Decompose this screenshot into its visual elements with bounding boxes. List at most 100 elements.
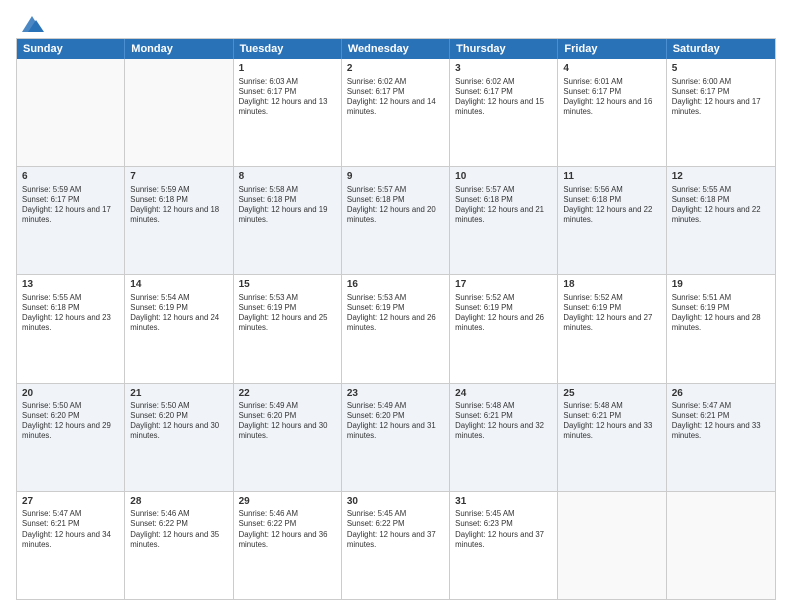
day-info: Sunrise: 6:02 AM Sunset: 6:17 PM Dayligh… xyxy=(455,77,552,118)
day-info: Sunrise: 5:58 AM Sunset: 6:18 PM Dayligh… xyxy=(239,185,336,226)
header-cell-thursday: Thursday xyxy=(450,39,558,59)
calendar-cell: 18Sunrise: 5:52 AM Sunset: 6:19 PM Dayli… xyxy=(558,275,666,382)
day-info: Sunrise: 6:03 AM Sunset: 6:17 PM Dayligh… xyxy=(239,77,336,118)
day-info: Sunrise: 5:52 AM Sunset: 6:19 PM Dayligh… xyxy=(455,293,552,334)
day-number: 1 xyxy=(239,62,336,76)
day-info: Sunrise: 5:48 AM Sunset: 6:21 PM Dayligh… xyxy=(563,401,660,442)
calendar-cell: 2Sunrise: 6:02 AM Sunset: 6:17 PM Daylig… xyxy=(342,59,450,166)
day-info: Sunrise: 5:45 AM Sunset: 6:22 PM Dayligh… xyxy=(347,509,444,550)
day-number: 25 xyxy=(563,387,660,401)
day-number: 27 xyxy=(22,495,119,509)
day-info: Sunrise: 5:59 AM Sunset: 6:18 PM Dayligh… xyxy=(130,185,227,226)
day-number: 22 xyxy=(239,387,336,401)
header-cell-monday: Monday xyxy=(125,39,233,59)
calendar-cell: 25Sunrise: 5:48 AM Sunset: 6:21 PM Dayli… xyxy=(558,384,666,491)
calendar-cell: 12Sunrise: 5:55 AM Sunset: 6:18 PM Dayli… xyxy=(667,167,775,274)
day-number: 19 xyxy=(672,278,770,292)
day-info: Sunrise: 5:56 AM Sunset: 6:18 PM Dayligh… xyxy=(563,185,660,226)
day-info: Sunrise: 5:52 AM Sunset: 6:19 PM Dayligh… xyxy=(563,293,660,334)
calendar-row: 1Sunrise: 6:03 AM Sunset: 6:17 PM Daylig… xyxy=(17,59,775,166)
calendar-row: 20Sunrise: 5:50 AM Sunset: 6:20 PM Dayli… xyxy=(17,383,775,491)
day-info: Sunrise: 5:50 AM Sunset: 6:20 PM Dayligh… xyxy=(130,401,227,442)
calendar-cell xyxy=(667,492,775,599)
calendar-cell: 4Sunrise: 6:01 AM Sunset: 6:17 PM Daylig… xyxy=(558,59,666,166)
day-info: Sunrise: 5:45 AM Sunset: 6:23 PM Dayligh… xyxy=(455,509,552,550)
day-number: 10 xyxy=(455,170,552,184)
day-number: 18 xyxy=(563,278,660,292)
header-cell-tuesday: Tuesday xyxy=(234,39,342,59)
calendar-cell: 9Sunrise: 5:57 AM Sunset: 6:18 PM Daylig… xyxy=(342,167,450,274)
calendar-cell xyxy=(558,492,666,599)
day-info: Sunrise: 6:02 AM Sunset: 6:17 PM Dayligh… xyxy=(347,77,444,118)
calendar-cell: 28Sunrise: 5:46 AM Sunset: 6:22 PM Dayli… xyxy=(125,492,233,599)
calendar-cell: 13Sunrise: 5:55 AM Sunset: 6:18 PM Dayli… xyxy=(17,275,125,382)
day-number: 20 xyxy=(22,387,119,401)
calendar-cell: 8Sunrise: 5:58 AM Sunset: 6:18 PM Daylig… xyxy=(234,167,342,274)
day-info: Sunrise: 5:47 AM Sunset: 6:21 PM Dayligh… xyxy=(672,401,770,442)
day-info: Sunrise: 5:57 AM Sunset: 6:18 PM Dayligh… xyxy=(347,185,444,226)
day-number: 12 xyxy=(672,170,770,184)
page: SundayMondayTuesdayWednesdayThursdayFrid… xyxy=(0,0,792,612)
day-number: 13 xyxy=(22,278,119,292)
calendar-cell: 11Sunrise: 5:56 AM Sunset: 6:18 PM Dayli… xyxy=(558,167,666,274)
header-cell-saturday: Saturday xyxy=(667,39,775,59)
calendar: SundayMondayTuesdayWednesdayThursdayFrid… xyxy=(16,38,776,600)
day-info: Sunrise: 5:55 AM Sunset: 6:18 PM Dayligh… xyxy=(22,293,119,334)
calendar-cell: 29Sunrise: 5:46 AM Sunset: 6:22 PM Dayli… xyxy=(234,492,342,599)
day-number: 28 xyxy=(130,495,227,509)
calendar-cell: 20Sunrise: 5:50 AM Sunset: 6:20 PM Dayli… xyxy=(17,384,125,491)
calendar-cell: 27Sunrise: 5:47 AM Sunset: 6:21 PM Dayli… xyxy=(17,492,125,599)
day-info: Sunrise: 5:46 AM Sunset: 6:22 PM Dayligh… xyxy=(239,509,336,550)
calendar-cell: 6Sunrise: 5:59 AM Sunset: 6:17 PM Daylig… xyxy=(17,167,125,274)
calendar-cell: 22Sunrise: 5:49 AM Sunset: 6:20 PM Dayli… xyxy=(234,384,342,491)
calendar-cell xyxy=(17,59,125,166)
calendar-row: 6Sunrise: 5:59 AM Sunset: 6:17 PM Daylig… xyxy=(17,166,775,274)
calendar-row: 13Sunrise: 5:55 AM Sunset: 6:18 PM Dayli… xyxy=(17,274,775,382)
calendar-cell: 21Sunrise: 5:50 AM Sunset: 6:20 PM Dayli… xyxy=(125,384,233,491)
calendar-cell xyxy=(125,59,233,166)
calendar-cell: 26Sunrise: 5:47 AM Sunset: 6:21 PM Dayli… xyxy=(667,384,775,491)
day-number: 11 xyxy=(563,170,660,184)
day-number: 3 xyxy=(455,62,552,76)
day-number: 17 xyxy=(455,278,552,292)
day-info: Sunrise: 5:47 AM Sunset: 6:21 PM Dayligh… xyxy=(22,509,119,550)
calendar-cell: 5Sunrise: 6:00 AM Sunset: 6:17 PM Daylig… xyxy=(667,59,775,166)
header xyxy=(16,12,776,30)
day-number: 2 xyxy=(347,62,444,76)
day-number: 16 xyxy=(347,278,444,292)
day-number: 6 xyxy=(22,170,119,184)
day-info: Sunrise: 5:50 AM Sunset: 6:20 PM Dayligh… xyxy=(22,401,119,442)
calendar-header: SundayMondayTuesdayWednesdayThursdayFrid… xyxy=(17,39,775,59)
calendar-cell: 3Sunrise: 6:02 AM Sunset: 6:17 PM Daylig… xyxy=(450,59,558,166)
day-info: Sunrise: 5:51 AM Sunset: 6:19 PM Dayligh… xyxy=(672,293,770,334)
calendar-cell: 10Sunrise: 5:57 AM Sunset: 6:18 PM Dayli… xyxy=(450,167,558,274)
calendar-cell: 23Sunrise: 5:49 AM Sunset: 6:20 PM Dayli… xyxy=(342,384,450,491)
day-number: 24 xyxy=(455,387,552,401)
day-info: Sunrise: 5:49 AM Sunset: 6:20 PM Dayligh… xyxy=(239,401,336,442)
day-number: 30 xyxy=(347,495,444,509)
calendar-cell: 19Sunrise: 5:51 AM Sunset: 6:19 PM Dayli… xyxy=(667,275,775,382)
calendar-body: 1Sunrise: 6:03 AM Sunset: 6:17 PM Daylig… xyxy=(17,59,775,599)
header-cell-wednesday: Wednesday xyxy=(342,39,450,59)
day-info: Sunrise: 5:48 AM Sunset: 6:21 PM Dayligh… xyxy=(455,401,552,442)
header-cell-sunday: Sunday xyxy=(17,39,125,59)
day-info: Sunrise: 5:54 AM Sunset: 6:19 PM Dayligh… xyxy=(130,293,227,334)
calendar-cell: 15Sunrise: 5:53 AM Sunset: 6:19 PM Dayli… xyxy=(234,275,342,382)
calendar-cell: 7Sunrise: 5:59 AM Sunset: 6:18 PM Daylig… xyxy=(125,167,233,274)
day-info: Sunrise: 5:46 AM Sunset: 6:22 PM Dayligh… xyxy=(130,509,227,550)
day-number: 29 xyxy=(239,495,336,509)
logo xyxy=(16,12,44,30)
day-info: Sunrise: 5:59 AM Sunset: 6:17 PM Dayligh… xyxy=(22,185,119,226)
calendar-cell: 24Sunrise: 5:48 AM Sunset: 6:21 PM Dayli… xyxy=(450,384,558,491)
day-number: 14 xyxy=(130,278,227,292)
day-number: 8 xyxy=(239,170,336,184)
logo-icon xyxy=(18,12,44,34)
day-info: Sunrise: 5:57 AM Sunset: 6:18 PM Dayligh… xyxy=(455,185,552,226)
day-info: Sunrise: 5:49 AM Sunset: 6:20 PM Dayligh… xyxy=(347,401,444,442)
calendar-cell: 14Sunrise: 5:54 AM Sunset: 6:19 PM Dayli… xyxy=(125,275,233,382)
day-number: 21 xyxy=(130,387,227,401)
calendar-cell: 31Sunrise: 5:45 AM Sunset: 6:23 PM Dayli… xyxy=(450,492,558,599)
calendar-cell: 30Sunrise: 5:45 AM Sunset: 6:22 PM Dayli… xyxy=(342,492,450,599)
day-number: 26 xyxy=(672,387,770,401)
day-info: Sunrise: 6:01 AM Sunset: 6:17 PM Dayligh… xyxy=(563,77,660,118)
